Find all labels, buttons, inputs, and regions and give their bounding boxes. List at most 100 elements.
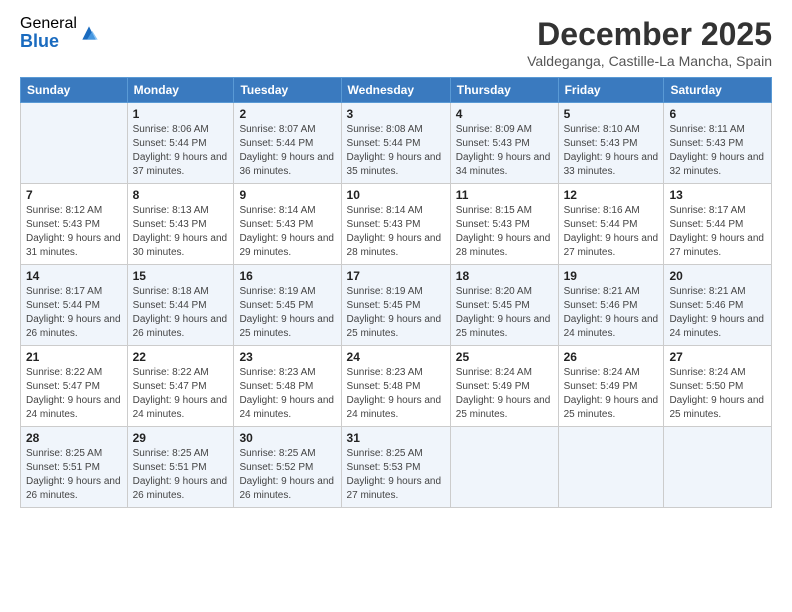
calendar-cell: 10Sunrise: 8:14 AMSunset: 5:43 PMDayligh… (341, 184, 450, 265)
logo-icon (79, 23, 99, 43)
day-number: 7 (26, 188, 122, 202)
day-number: 4 (456, 107, 553, 121)
day-number: 21 (26, 350, 122, 364)
day-number: 3 (347, 107, 445, 121)
day-number: 25 (456, 350, 553, 364)
header-tuesday: Tuesday (234, 78, 341, 103)
calendar-cell: 24 Sunrise: 8:23 AMSunset: 5:48 PMDayligh… (341, 346, 450, 427)
day-info: Sunrise: 8:12 AMSunset: 5:43 PMDaylight:… (26, 204, 122, 260)
day-info: Sunrise: 8:14 AMSunset: 5:43 PMDaylight:… (347, 204, 445, 260)
day-number: 19 (564, 269, 659, 283)
calendar-table: Sunday Monday Tuesday Wednesday Thursday… (20, 77, 772, 508)
page: General Blue December 2025 Valdeganga, C… (0, 0, 792, 612)
calendar-cell: 19 Sunrise: 8:21 AMSunset: 5:46 PMDayligh… (558, 265, 664, 346)
day-info: Sunrise: 8:23 AMSunset: 5:48 PMDaylight:… (239, 366, 335, 422)
logo: General Blue (20, 16, 99, 50)
day-info: Sunrise: 8:21 AMSunset: 5:46 PMDaylight:… (564, 285, 659, 341)
day-info: Sunrise: 8:24 AMSunset: 5:49 PMDaylight:… (564, 366, 659, 422)
day-number: 5 (564, 107, 659, 121)
day-number: 22 (133, 350, 229, 364)
day-number: 6 (669, 107, 766, 121)
calendar-cell: 2Sunrise: 8:07 AMSunset: 5:44 PMDaylight… (234, 103, 341, 184)
day-info: Sunrise: 8:16 AMSunset: 5:44 PMDaylight:… (564, 204, 659, 260)
week-row-3: 21 Sunrise: 8:22 AMSunset: 5:47 PMDayligh… (21, 346, 772, 427)
calendar-cell: 8 Sunrise: 8:13 AMSunset: 5:43 PMDaylight… (127, 184, 234, 265)
day-number: 30 (239, 431, 335, 445)
logo-blue: Blue (20, 32, 77, 50)
calendar-cell: 31 Sunrise: 8:25 AMSunset: 5:53 PMDayligh… (341, 427, 450, 508)
day-info: Sunrise: 8:17 AMSunset: 5:44 PMDaylight:… (669, 204, 766, 260)
day-info: Sunrise: 8:24 AMSunset: 5:49 PMDaylight:… (456, 366, 553, 422)
header-row: Sunday Monday Tuesday Wednesday Thursday… (21, 78, 772, 103)
header-thursday: Thursday (450, 78, 558, 103)
calendar-cell: 6 Sunrise: 8:11 AMSunset: 5:43 PMDaylight… (664, 103, 772, 184)
calendar-cell: 13 Sunrise: 8:17 AMSunset: 5:44 PMDayligh… (664, 184, 772, 265)
day-info: Sunrise: 8:15 AMSunset: 5:43 PMDaylight:… (456, 204, 553, 260)
day-number: 31 (347, 431, 445, 445)
calendar-cell: 3 Sunrise: 8:08 AMSunset: 5:44 PMDaylight… (341, 103, 450, 184)
calendar-cell (21, 103, 128, 184)
header-sunday: Sunday (21, 78, 128, 103)
day-info: Sunrise: 8:25 AMSunset: 5:51 PMDaylight:… (133, 447, 229, 503)
calendar-cell: 20 Sunrise: 8:21 AMSunset: 5:46 PMDayligh… (664, 265, 772, 346)
day-info: Sunrise: 8:25 AMSunset: 5:53 PMDaylight:… (347, 447, 445, 503)
calendar-cell: 7 Sunrise: 8:12 AMSunset: 5:43 PMDaylight… (21, 184, 128, 265)
day-info: Sunrise: 8:17 AMSunset: 5:44 PMDaylight:… (26, 285, 122, 341)
day-number: 20 (669, 269, 766, 283)
day-number: 8 (133, 188, 229, 202)
day-number: 18 (456, 269, 553, 283)
calendar-cell: 12 Sunrise: 8:16 AMSunset: 5:44 PMDayligh… (558, 184, 664, 265)
day-info: Sunrise: 8:25 AMSunset: 5:52 PMDaylight:… (239, 447, 335, 503)
day-number: 14 (26, 269, 122, 283)
subtitle: Valdeganga, Castille-La Mancha, Spain (527, 53, 772, 69)
day-info: Sunrise: 8:18 AMSunset: 5:44 PMDaylight:… (133, 285, 229, 341)
day-info: Sunrise: 8:25 AMSunset: 5:51 PMDaylight:… (26, 447, 122, 503)
week-row-2: 14 Sunrise: 8:17 AMSunset: 5:44 PMDayligh… (21, 265, 772, 346)
calendar-header: Sunday Monday Tuesday Wednesday Thursday… (21, 78, 772, 103)
logo-text: General Blue (20, 16, 77, 50)
header-saturday: Saturday (664, 78, 772, 103)
day-number: 11 (456, 188, 553, 202)
day-info: Sunrise: 8:23 AMSunset: 5:48 PMDaylight:… (347, 366, 445, 422)
day-number: 13 (669, 188, 766, 202)
day-number: 24 (347, 350, 445, 364)
calendar-cell: 22Sunrise: 8:22 AMSunset: 5:47 PMDayligh… (127, 346, 234, 427)
day-info: Sunrise: 8:08 AMSunset: 5:44 PMDaylight:… (347, 123, 445, 179)
calendar-cell: 11 Sunrise: 8:15 AMSunset: 5:43 PMDayligh… (450, 184, 558, 265)
calendar-cell: 17 Sunrise: 8:19 AMSunset: 5:45 PMDayligh… (341, 265, 450, 346)
calendar-cell: 30 Sunrise: 8:25 AMSunset: 5:52 PMDayligh… (234, 427, 341, 508)
day-info: Sunrise: 8:21 AMSunset: 5:46 PMDaylight:… (669, 285, 766, 341)
day-number: 23 (239, 350, 335, 364)
day-info: Sunrise: 8:13 AMSunset: 5:43 PMDaylight:… (133, 204, 229, 260)
day-number: 9 (239, 188, 335, 202)
day-number: 15 (133, 269, 229, 283)
day-info: Sunrise: 8:10 AMSunset: 5:43 PMDaylight:… (564, 123, 659, 179)
day-info: Sunrise: 8:06 AMSunset: 5:44 PMDaylight:… (133, 123, 229, 179)
calendar-cell: 4Sunrise: 8:09 AMSunset: 5:43 PMDaylight… (450, 103, 558, 184)
header-friday: Friday (558, 78, 664, 103)
day-number: 17 (347, 269, 445, 283)
calendar-body: 1 Sunrise: 8:06 AMSunset: 5:44 PMDaylight… (21, 103, 772, 508)
week-row-0: 1 Sunrise: 8:06 AMSunset: 5:44 PMDaylight… (21, 103, 772, 184)
day-number: 2 (239, 107, 335, 121)
calendar-cell: 27Sunrise: 8:24 AMSunset: 5:50 PMDayligh… (664, 346, 772, 427)
calendar-cell: 18Sunrise: 8:20 AMSunset: 5:45 PMDayligh… (450, 265, 558, 346)
calendar-cell: 25 Sunrise: 8:24 AMSunset: 5:49 PMDayligh… (450, 346, 558, 427)
day-info: Sunrise: 8:22 AMSunset: 5:47 PMDaylight:… (26, 366, 122, 422)
calendar-cell (558, 427, 664, 508)
calendar-cell: 29Sunrise: 8:25 AMSunset: 5:51 PMDayligh… (127, 427, 234, 508)
calendar-cell (450, 427, 558, 508)
day-number: 1 (133, 107, 229, 121)
calendar-cell (664, 427, 772, 508)
calendar-cell: 14 Sunrise: 8:17 AMSunset: 5:44 PMDayligh… (21, 265, 128, 346)
day-number: 16 (239, 269, 335, 283)
day-info: Sunrise: 8:11 AMSunset: 5:43 PMDaylight:… (669, 123, 766, 179)
day-info: Sunrise: 8:14 AMSunset: 5:43 PMDaylight:… (239, 204, 335, 260)
calendar-cell: 26 Sunrise: 8:24 AMSunset: 5:49 PMDayligh… (558, 346, 664, 427)
day-info: Sunrise: 8:19 AMSunset: 5:45 PMDaylight:… (239, 285, 335, 341)
calendar-cell: 15 Sunrise: 8:18 AMSunset: 5:44 PMDayligh… (127, 265, 234, 346)
header-wednesday: Wednesday (341, 78, 450, 103)
day-number: 12 (564, 188, 659, 202)
day-info: Sunrise: 8:19 AMSunset: 5:45 PMDaylight:… (347, 285, 445, 341)
day-number: 26 (564, 350, 659, 364)
